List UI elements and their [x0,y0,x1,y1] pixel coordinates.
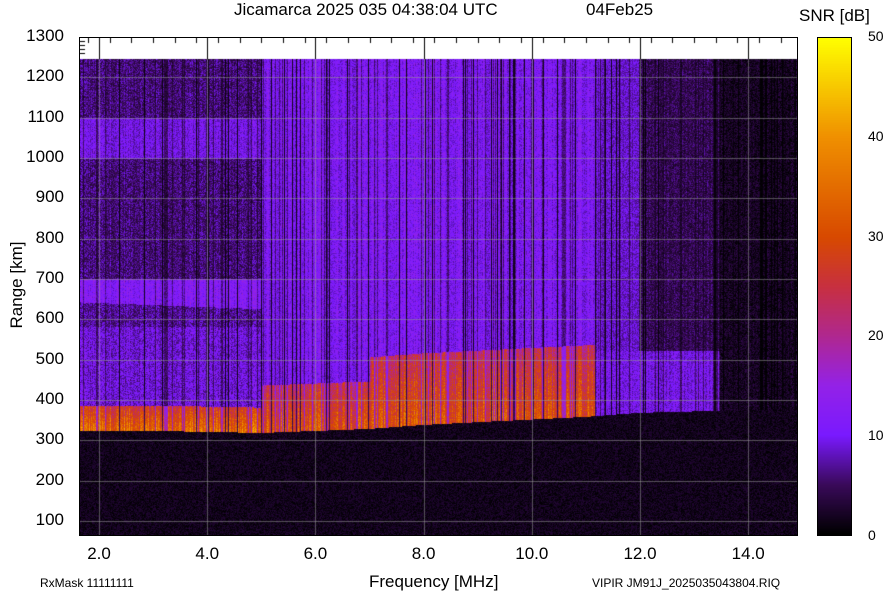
colorbar-tick-label: 10 [868,427,884,444]
filename-label: VIPIR JM91J_2025035043804.RIQ [592,576,781,590]
x-axis-label: Frequency [MHz] [369,572,499,591]
y-tick-label: 200 [35,469,64,489]
y-tick-label: 100 [35,510,64,530]
x-tick-label: 10.0 [515,544,549,563]
colorbar-tick-label: 40 [868,127,884,144]
colorbar-tick-label: 0 [868,527,876,543]
x-tick-label: 4.0 [195,544,220,563]
x-tick-label: 8.0 [411,544,436,563]
colorbar-tick-label: 20 [868,327,884,344]
ionogram-figure: Jicamarca 2025 035 04:38:04 UTC 04Feb25 … [0,0,884,595]
x-tick-label: 14.0 [731,544,765,563]
colorbar [817,37,852,536]
rxmask-label: RxMask 11111111 [40,576,134,590]
y-tick-label: 900 [35,187,64,207]
colorbar-label: SNR [dB] [799,6,870,25]
chart-title: Jicamarca 2025 035 04:38:04 UTC [234,0,498,19]
y-tick-label: 800 [35,227,64,247]
y-tick-label: 400 [35,389,64,409]
ionogram-heatmap [80,38,797,535]
colorbar-tick-label: 50 [868,28,884,44]
chart-date: 04Feb25 [586,0,654,19]
y-tick-label: 1300 [26,26,64,45]
y-tick-label: 1100 [27,106,64,126]
y-tick-label: 600 [35,308,64,328]
y-tick-label: 1000 [26,147,64,167]
x-tick-label: 2.0 [87,544,111,563]
x-tick-label: 6.0 [303,544,328,563]
y-tick-label: 700 [35,268,64,288]
y-tick-label: 1200 [26,66,64,86]
colorbar-gradient [818,38,851,535]
colorbar-tick-label: 30 [868,227,884,244]
plot-area [79,37,798,536]
y-tick-label: 500 [35,348,64,368]
y-tick-label: 300 [35,429,64,449]
x-tick-label: 12.0 [623,544,657,563]
